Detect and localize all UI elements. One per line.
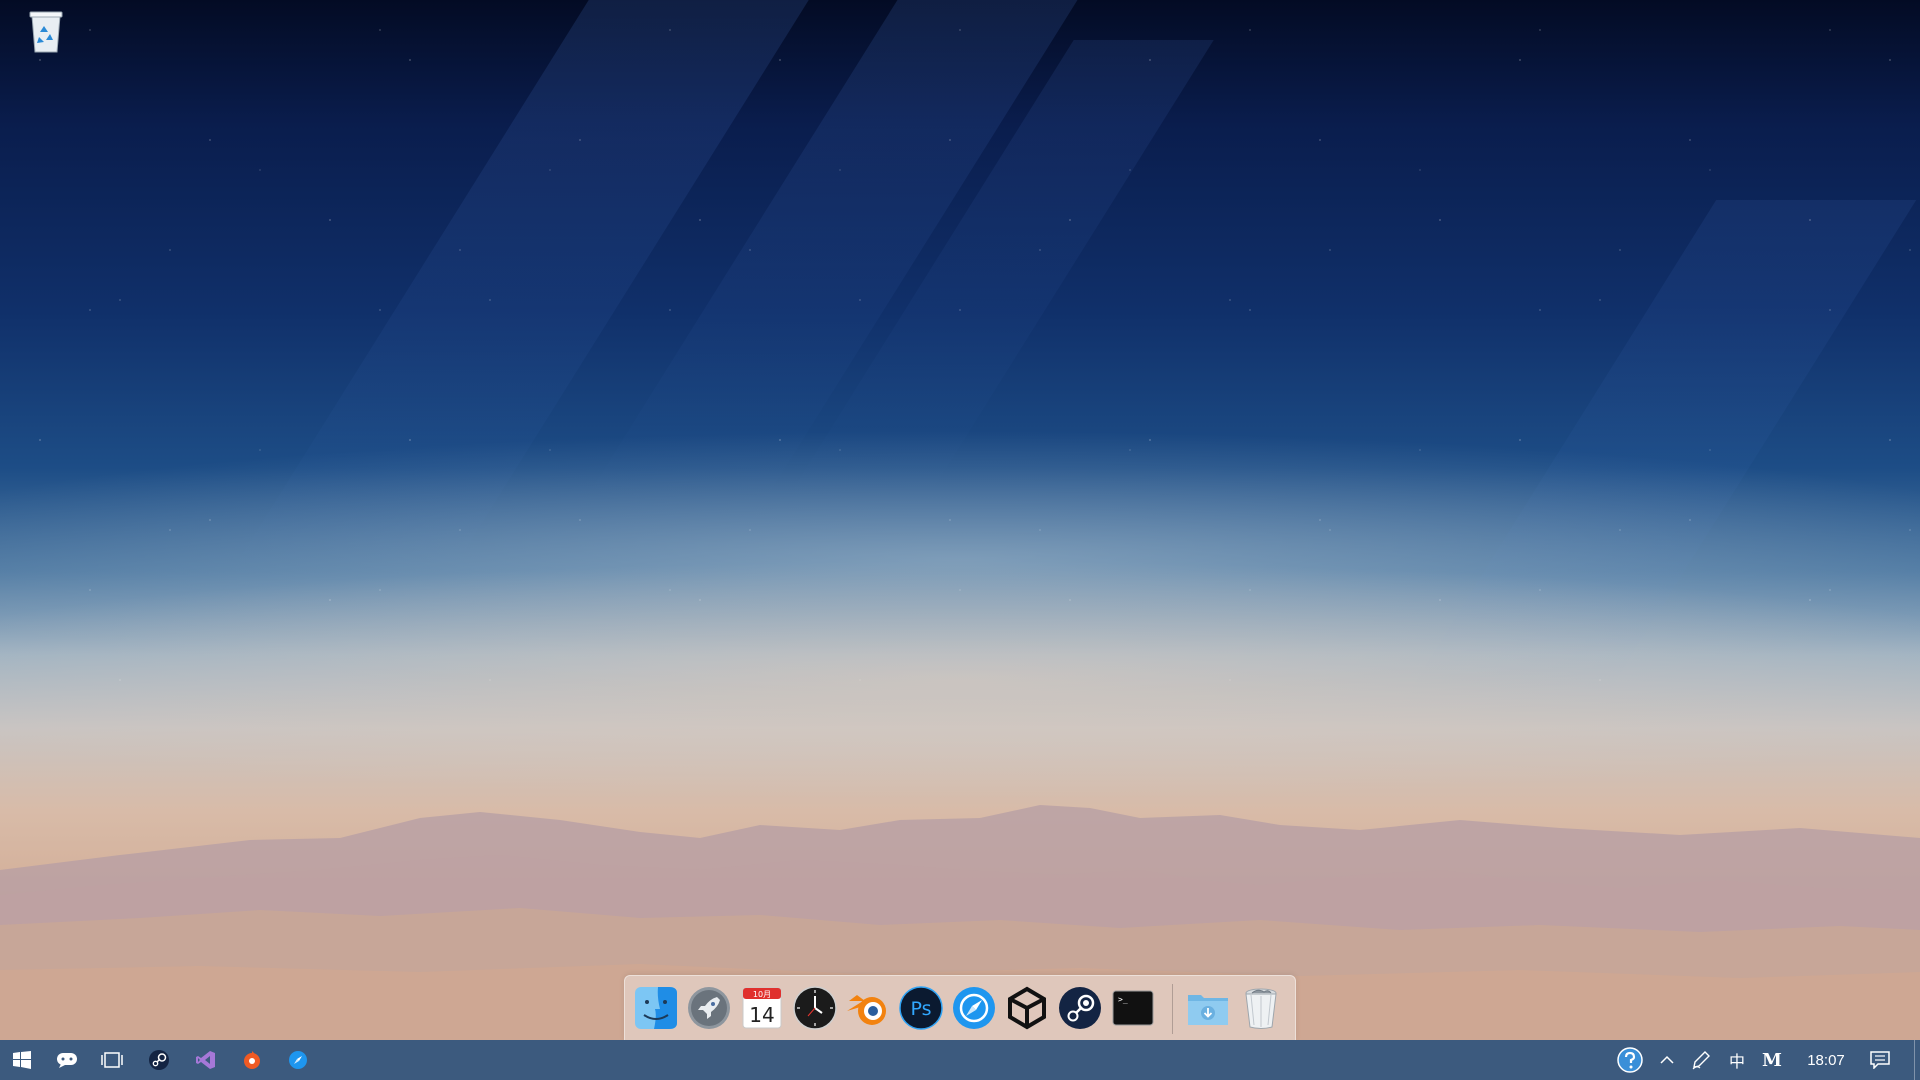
taskbar-browser[interactable] (276, 1040, 320, 1080)
taskbar-visual-studio[interactable] (184, 1040, 228, 1080)
unity-icon (1008, 986, 1046, 1030)
recycle-bin-icon (29, 11, 63, 53)
tray-notification[interactable] (1860, 1040, 1900, 1080)
photoshop-icon: Ps (899, 986, 943, 1030)
show-desktop-button[interactable] (1914, 1040, 1920, 1080)
tray-pen[interactable] (1686, 1040, 1716, 1080)
browser-compass-icon (953, 987, 995, 1029)
browser-compass-icon (289, 1051, 307, 1069)
calendar-month: 10月 (753, 990, 771, 999)
tray-overflow[interactable] (1652, 1040, 1682, 1080)
tray-help[interactable] (1610, 1040, 1650, 1080)
clock-icon (793, 986, 837, 1030)
calendar-icon: 10月 14 (742, 987, 782, 1029)
app-orange-icon (244, 1051, 260, 1069)
task-view-icon (101, 1052, 123, 1068)
steam-icon (1059, 987, 1101, 1029)
terminal-icon: >_ (1112, 990, 1154, 1026)
taskbar-clock[interactable]: 18:07 (1797, 1040, 1855, 1080)
cortana-chat-icon (57, 1053, 77, 1068)
dock-item-trash[interactable] (1238, 985, 1284, 1031)
dock-item-unity[interactable] (1004, 985, 1050, 1031)
notification-icon (1870, 1051, 1890, 1069)
taskbar-steam[interactable] (137, 1040, 181, 1080)
pen-icon (1692, 1051, 1710, 1070)
dock-separator (1172, 984, 1173, 1034)
taskbar-app-orange[interactable] (230, 1040, 274, 1080)
desktop-wallpaper (0, 0, 1920, 1040)
downloads-folder-icon (1188, 995, 1228, 1025)
finder-icon (635, 987, 677, 1029)
dock-item-finder[interactable] (633, 985, 679, 1047)
blender-icon (847, 995, 886, 1025)
dock-item-photoshop[interactable]: Ps (898, 985, 944, 1031)
start-button[interactable] (0, 1040, 44, 1080)
photoshop-label: Ps (910, 998, 931, 1020)
ime-mode[interactable]: 中 (1722, 1040, 1752, 1080)
dock-item-browser[interactable] (951, 985, 997, 1031)
calendar-day: 14 (749, 1003, 774, 1027)
steam-icon (149, 1050, 169, 1070)
ime-extra[interactable]: M (1757, 1040, 1787, 1080)
taskbar-cortana[interactable] (45, 1040, 89, 1080)
dock-item-blender[interactable] (845, 985, 891, 1031)
chevron-up-icon (1660, 1055, 1674, 1064)
dock-item-terminal[interactable]: >_ (1110, 985, 1156, 1031)
dock-item-calendar[interactable]: 10月 14 (739, 985, 785, 1031)
taskbar: 中 M 18:07 (0, 1040, 1920, 1080)
launchpad-rocket-icon (688, 987, 730, 1029)
taskbar-task-view[interactable] (90, 1040, 134, 1080)
trash-icon (1245, 988, 1277, 1029)
visual-studio-icon (196, 1051, 215, 1069)
terminal-prompt: >_ (1118, 995, 1128, 1004)
dock-item-clock[interactable] (792, 985, 838, 1031)
dock-item-steam[interactable] (1057, 985, 1103, 1031)
recycle-bin-desktop-icon[interactable] (26, 8, 66, 54)
dock-item-downloads[interactable] (1185, 985, 1231, 1031)
dock: 10月 14 Ps >_ (624, 975, 1296, 1047)
windows-start-icon (13, 1051, 31, 1069)
help-icon (1617, 1047, 1643, 1073)
dock-item-launchpad[interactable] (686, 985, 732, 1031)
